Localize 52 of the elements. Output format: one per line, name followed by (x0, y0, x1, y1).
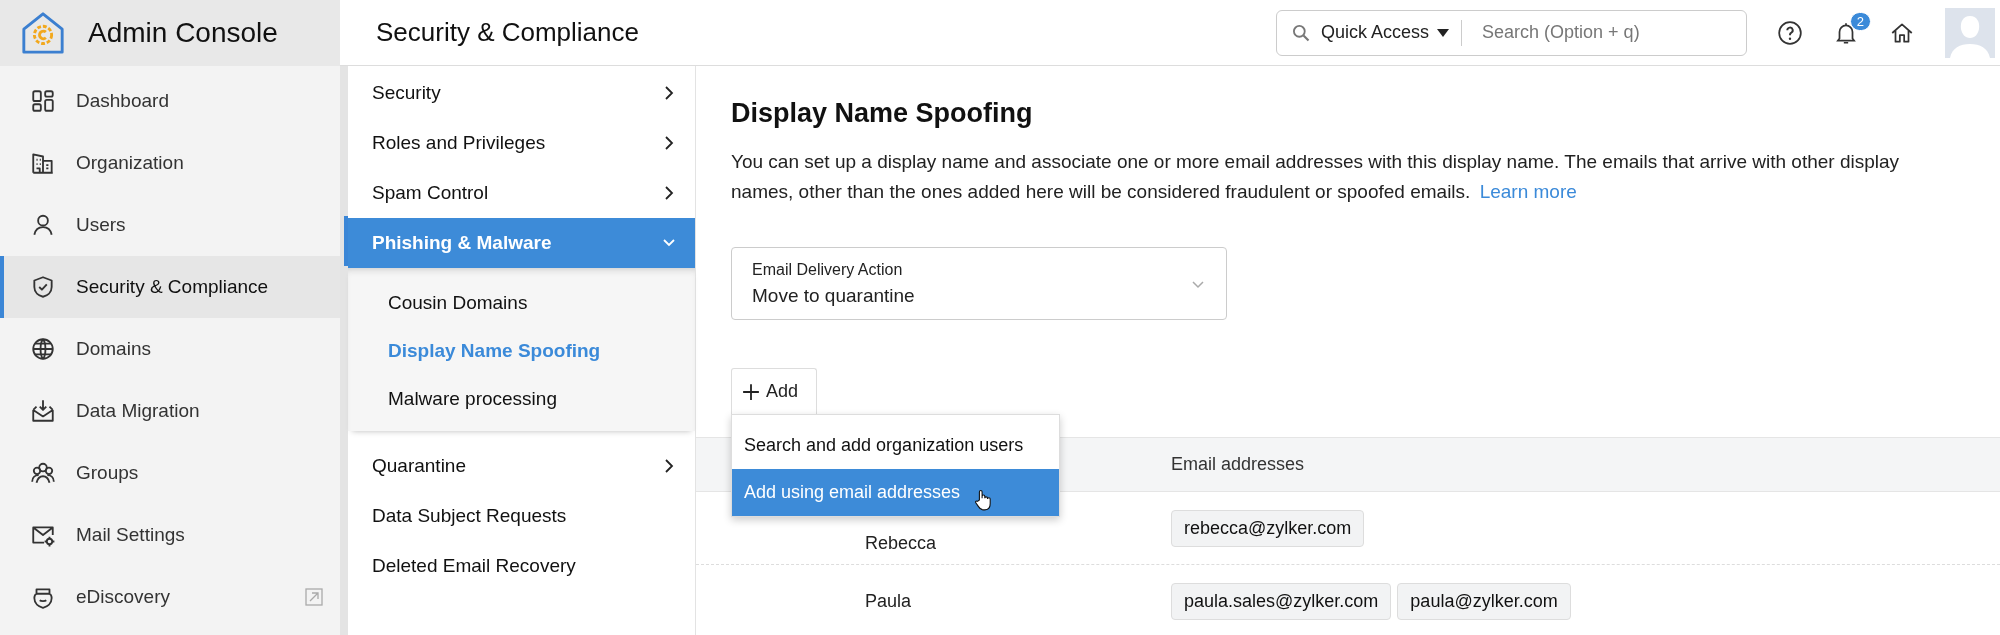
sidebar-item[interactable]: eDiscovery (0, 566, 340, 628)
subnav-item[interactable]: Security (348, 68, 695, 118)
select-value: Move to quarantine (752, 284, 916, 307)
help-icon[interactable] (1777, 19, 1803, 46)
email-chip: paula.sales@zylker.com (1171, 582, 1392, 620)
menu-item-icon (30, 460, 56, 486)
hand-cursor-icon (974, 488, 993, 511)
add-button[interactable]: Add (731, 368, 817, 414)
caret-icon (1437, 28, 1450, 37)
section-title: Display Name Spoofing (731, 98, 1034, 129)
table-cell-text: Paula (865, 590, 913, 612)
subnav-item[interactable]: Quarantine (348, 441, 695, 491)
learn-more-link[interactable]: Learn more (1479, 181, 1577, 202)
table-cell-text: Rebecca (865, 532, 938, 554)
submenu-item[interactable]: Cousin Domains (348, 279, 695, 327)
menu-item-icon (30, 398, 56, 424)
subnav-item[interactable]: Data Subject Requests (348, 491, 695, 541)
menu-item-icon (30, 336, 56, 362)
scrollbar-thumb[interactable] (344, 216, 348, 266)
sidebar-item[interactable]: Dashboard (0, 70, 340, 132)
subnav-item[interactable]: Deleted Email Recovery (348, 541, 695, 591)
app-title: Admin Console (88, 17, 278, 49)
menu-item-icon (30, 88, 56, 114)
email-chip: rebecca@zylker.com (1171, 509, 1365, 547)
delivery-action-select[interactable]: Email Delivery Action Move to quarantine (731, 247, 1227, 320)
search-icon (1291, 22, 1311, 43)
notification-badge: 2 (1849, 11, 1871, 31)
sidebar-item[interactable]: Data Migration (0, 380, 340, 442)
sidebar-item[interactable]: Groups (0, 442, 340, 504)
subnav-item[interactable]: Spam Control (348, 168, 695, 218)
menu-item-icon (30, 212, 56, 238)
sidebar-item[interactable]: Mail Settings (0, 504, 340, 566)
column-header: Email addresses (1171, 454, 1306, 475)
quick-access-dropdown[interactable]: Quick Access (1321, 22, 1430, 43)
menu-item-icon (30, 274, 56, 300)
submenu-item[interactable]: Malware processing (348, 375, 695, 423)
search-field[interactable]: Quick Access Search (Option + q) (1276, 9, 1747, 56)
sidebar-item[interactable]: Organization (0, 132, 340, 194)
sidebar-item[interactable]: Security & Compliance (0, 256, 340, 318)
sidebar-item[interactable]: Users (0, 194, 340, 256)
page-title: Security & Compliance (376, 17, 639, 48)
logo-icon (20, 10, 66, 56)
select-label: Email Delivery Action (752, 260, 904, 279)
description-text: You can set up a display name and associate one or more email addresses with this display name. The emails that arrive with other display names, other than the ones added here will be considered fraudulent or spoofed emails. Learn more (731, 150, 1901, 204)
subnav-item[interactable]: Phishing & Malware (348, 218, 695, 268)
menu-item[interactable]: Add using email addresses (732, 469, 1059, 516)
plus-icon (742, 382, 760, 401)
menu-item[interactable]: Search and add organization users (732, 422, 1059, 469)
sidebar-item[interactable]: Domains (0, 318, 340, 380)
email-chip: paula@zylker.com (1397, 582, 1571, 620)
subnav-item[interactable]: Roles and Privileges (348, 118, 695, 168)
menu-item-icon (30, 150, 56, 176)
